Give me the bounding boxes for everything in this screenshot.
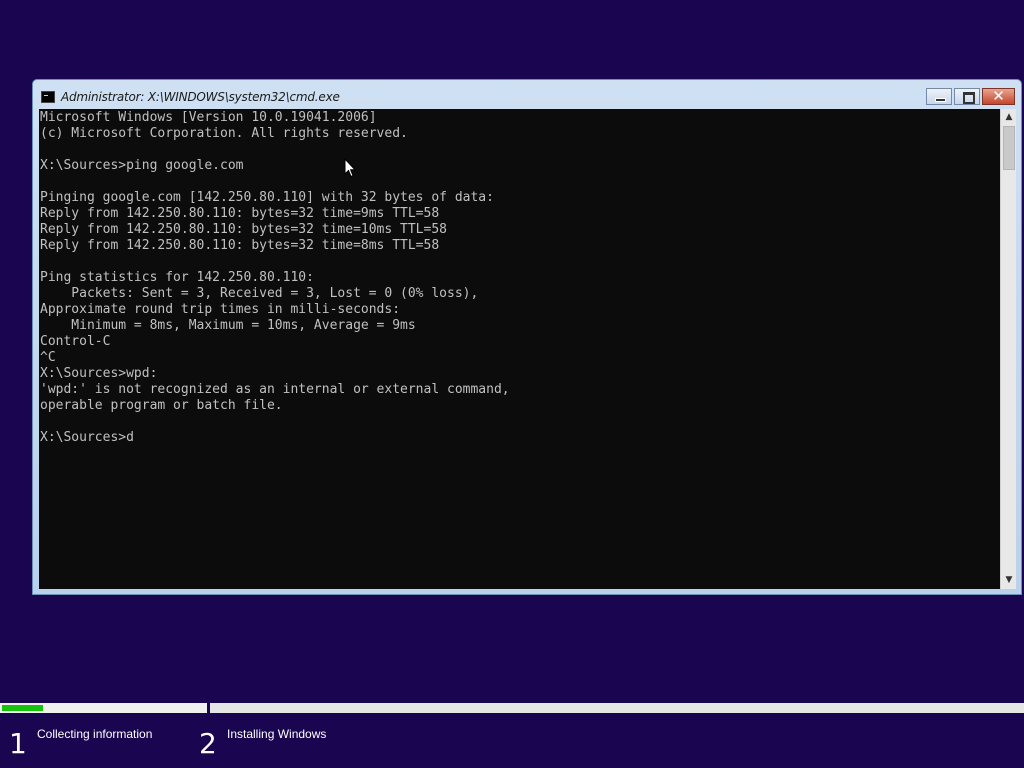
scroll-up-arrow-icon[interactable]: ▲ — [1001, 109, 1017, 126]
console-output[interactable]: Microsoft Windows [Version 10.0.19041.20… — [39, 109, 1000, 589]
close-button[interactable]: ✕ — [982, 87, 1015, 105]
vertical-scrollbar[interactable]: ▲ ▼ — [1000, 109, 1016, 589]
step-number: 1 — [9, 727, 27, 760]
console-text: Microsoft Windows [Version 10.0.19041.20… — [40, 110, 510, 445]
step-label: Installing Windows — [227, 727, 327, 741]
progress-fill — [2, 705, 43, 711]
step-number: 2 — [199, 727, 217, 760]
step-label: Collecting information — [37, 727, 153, 741]
cmd-window[interactable]: Administrator: X:\WINDOWS\system32\cmd.e… — [32, 79, 1022, 595]
cmd-icon — [41, 91, 55, 103]
progress-divider — [207, 703, 210, 713]
close-icon: ✕ — [992, 87, 1005, 105]
window-title: Administrator: X:\WINDOWS\system32\cmd.e… — [61, 90, 340, 104]
minimize-button[interactable] — [926, 88, 952, 105]
setup-desktop: Administrator: X:\WINDOWS\system32\cmd.e… — [0, 0, 1024, 768]
mouse-pointer-icon — [344, 158, 356, 178]
setup-progress-bar — [0, 703, 1024, 713]
minimize-icon — [935, 98, 946, 102]
maximize-icon — [963, 92, 975, 104]
title-bar[interactable]: Administrator: X:\WINDOWS\system32\cmd.e… — [33, 80, 1021, 108]
scroll-thumb[interactable] — [1003, 126, 1015, 170]
window-controls: ✕ — [926, 87, 1015, 106]
maximize-button[interactable] — [954, 88, 980, 105]
progress-segment-collecting — [0, 703, 207, 713]
scroll-down-arrow-icon[interactable]: ▼ — [1001, 572, 1017, 589]
